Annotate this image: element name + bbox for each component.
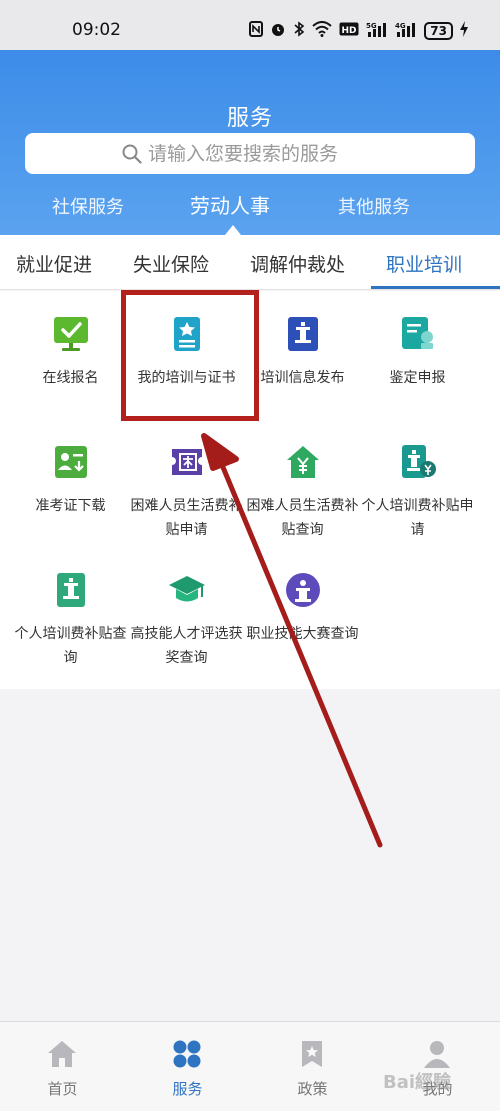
nav-services[interactable]: 服务 <box>125 1022 250 1111</box>
bottom-navigation: 首页 服务 政策 我的 Bai經驗 <box>0 1021 500 1111</box>
service-label: 准考证下载 <box>35 498 106 514</box>
search-input[interactable] <box>148 142 378 165</box>
service-label: 困难人员生活费补贴申请 <box>130 498 243 538</box>
search-bar[interactable] <box>25 133 475 174</box>
tab-labor-personnel[interactable]: 劳动人事 <box>190 190 270 219</box>
status-bar: 09:02 HD 5G 4G 73 <box>0 0 500 50</box>
charging-icon <box>460 21 468 41</box>
service-label: 个人培训费补贴申请 <box>361 498 474 538</box>
nav-policy[interactable]: 政策 <box>250 1022 375 1111</box>
nav-label: 政策 <box>297 1080 328 1098</box>
page-title: 服务 <box>226 106 273 131</box>
service-hardship-subsidy-query[interactable]: 困难人员生活费补贴查询 <box>240 419 365 547</box>
subtab-employment-promotion[interactable]: 就业促进 <box>16 250 92 277</box>
service-label: 鉴定申报 <box>389 370 446 386</box>
subtab-mediation-arbitration[interactable]: 调解仲裁处 <box>250 250 345 277</box>
annotation-highlight-box <box>121 290 259 421</box>
service-high-skill-talent-award-query[interactable]: 高技能人才评选获奖查询 <box>124 547 249 675</box>
signal-4g-icon: 4G <box>395 21 417 41</box>
search-icon <box>122 144 142 164</box>
service-label: 职业技能大赛查询 <box>246 626 359 642</box>
service-label: 个人培训费补贴查询 <box>14 626 127 666</box>
service-training-subsidy-query[interactable]: 个人培训费补贴查询 <box>8 547 133 675</box>
subtab-unemployment-insurance[interactable]: 失业保险 <box>133 250 209 277</box>
bluetooth-icon <box>293 21 305 41</box>
contest-icon <box>286 573 320 607</box>
subtab-vocational-training[interactable]: 职业培训 <box>386 250 462 277</box>
nav-label: 首页 <box>47 1080 78 1098</box>
profile-icon <box>424 1041 450 1068</box>
battery-icon: 73 <box>424 22 453 40</box>
service-label: 高技能人才评选获奖查询 <box>130 626 243 666</box>
tab-other-services[interactable]: 其他服务 <box>338 193 410 219</box>
house-yuan-icon <box>287 446 319 478</box>
alarm-icon <box>270 21 286 41</box>
appraisal-icon <box>402 317 433 349</box>
service-skill-contest-query[interactable]: 职业技能大赛查询 <box>240 547 365 675</box>
svg-text:HD: HD <box>342 26 357 36</box>
service-training-subsidy-apply[interactable]: 个人培训费补贴申请 <box>355 419 480 547</box>
service-label: 困难人员生活费补贴查询 <box>246 498 359 538</box>
service-label: 培训信息发布 <box>260 370 345 386</box>
subtab-active-indicator <box>371 286 500 289</box>
status-icons: HD 5G 4G 73 <box>249 21 468 41</box>
wifi-icon <box>312 21 332 41</box>
service-admission-ticket-download[interactable]: 准考证下载 <box>8 419 133 547</box>
nfc-icon <box>249 21 264 41</box>
policy-icon <box>302 1041 322 1067</box>
category-tabs: 社保服务 劳动人事 其他服务 <box>0 190 500 230</box>
service-online-signup[interactable]: 在线报名 <box>8 291 133 419</box>
tab-social-security[interactable]: 社保服务 <box>52 193 124 219</box>
subtabs: 就业促进 失业保险 调解仲裁处 职业培训 <box>0 235 500 290</box>
graduation-cap-icon <box>169 576 205 602</box>
signal-5g-icon: 5G <box>366 21 388 41</box>
active-tab-caret <box>225 225 241 235</box>
admission-ticket-icon <box>55 446 87 478</box>
nav-label: 服务 <box>172 1080 203 1098</box>
service-appraisal-declaration[interactable]: 鉴定申报 <box>355 291 480 419</box>
home-icon <box>48 1041 76 1067</box>
header: 服务 社保服务 劳动人事 其他服务 <box>0 50 500 235</box>
nav-home[interactable]: 首页 <box>0 1022 125 1111</box>
online-signup-icon <box>54 317 88 351</box>
training-subsidy-icon <box>402 445 436 478</box>
svg-text:4G: 4G <box>395 22 406 30</box>
svg-text:5G: 5G <box>366 22 377 30</box>
nav-profile[interactable]: 我的 <box>375 1022 500 1111</box>
watermark: Bai經驗 <box>383 1072 452 1093</box>
training-query-icon <box>57 573 85 607</box>
podium-icon <box>288 317 318 351</box>
status-time: 09:02 <box>72 20 121 40</box>
service-label: 在线报名 <box>42 370 99 386</box>
services-icon <box>173 1040 201 1068</box>
service-hardship-subsidy-apply[interactable]: 困难人员生活费补贴申请 <box>124 419 249 547</box>
hd-icon: HD <box>339 22 359 40</box>
hardship-ticket-icon <box>172 449 202 475</box>
